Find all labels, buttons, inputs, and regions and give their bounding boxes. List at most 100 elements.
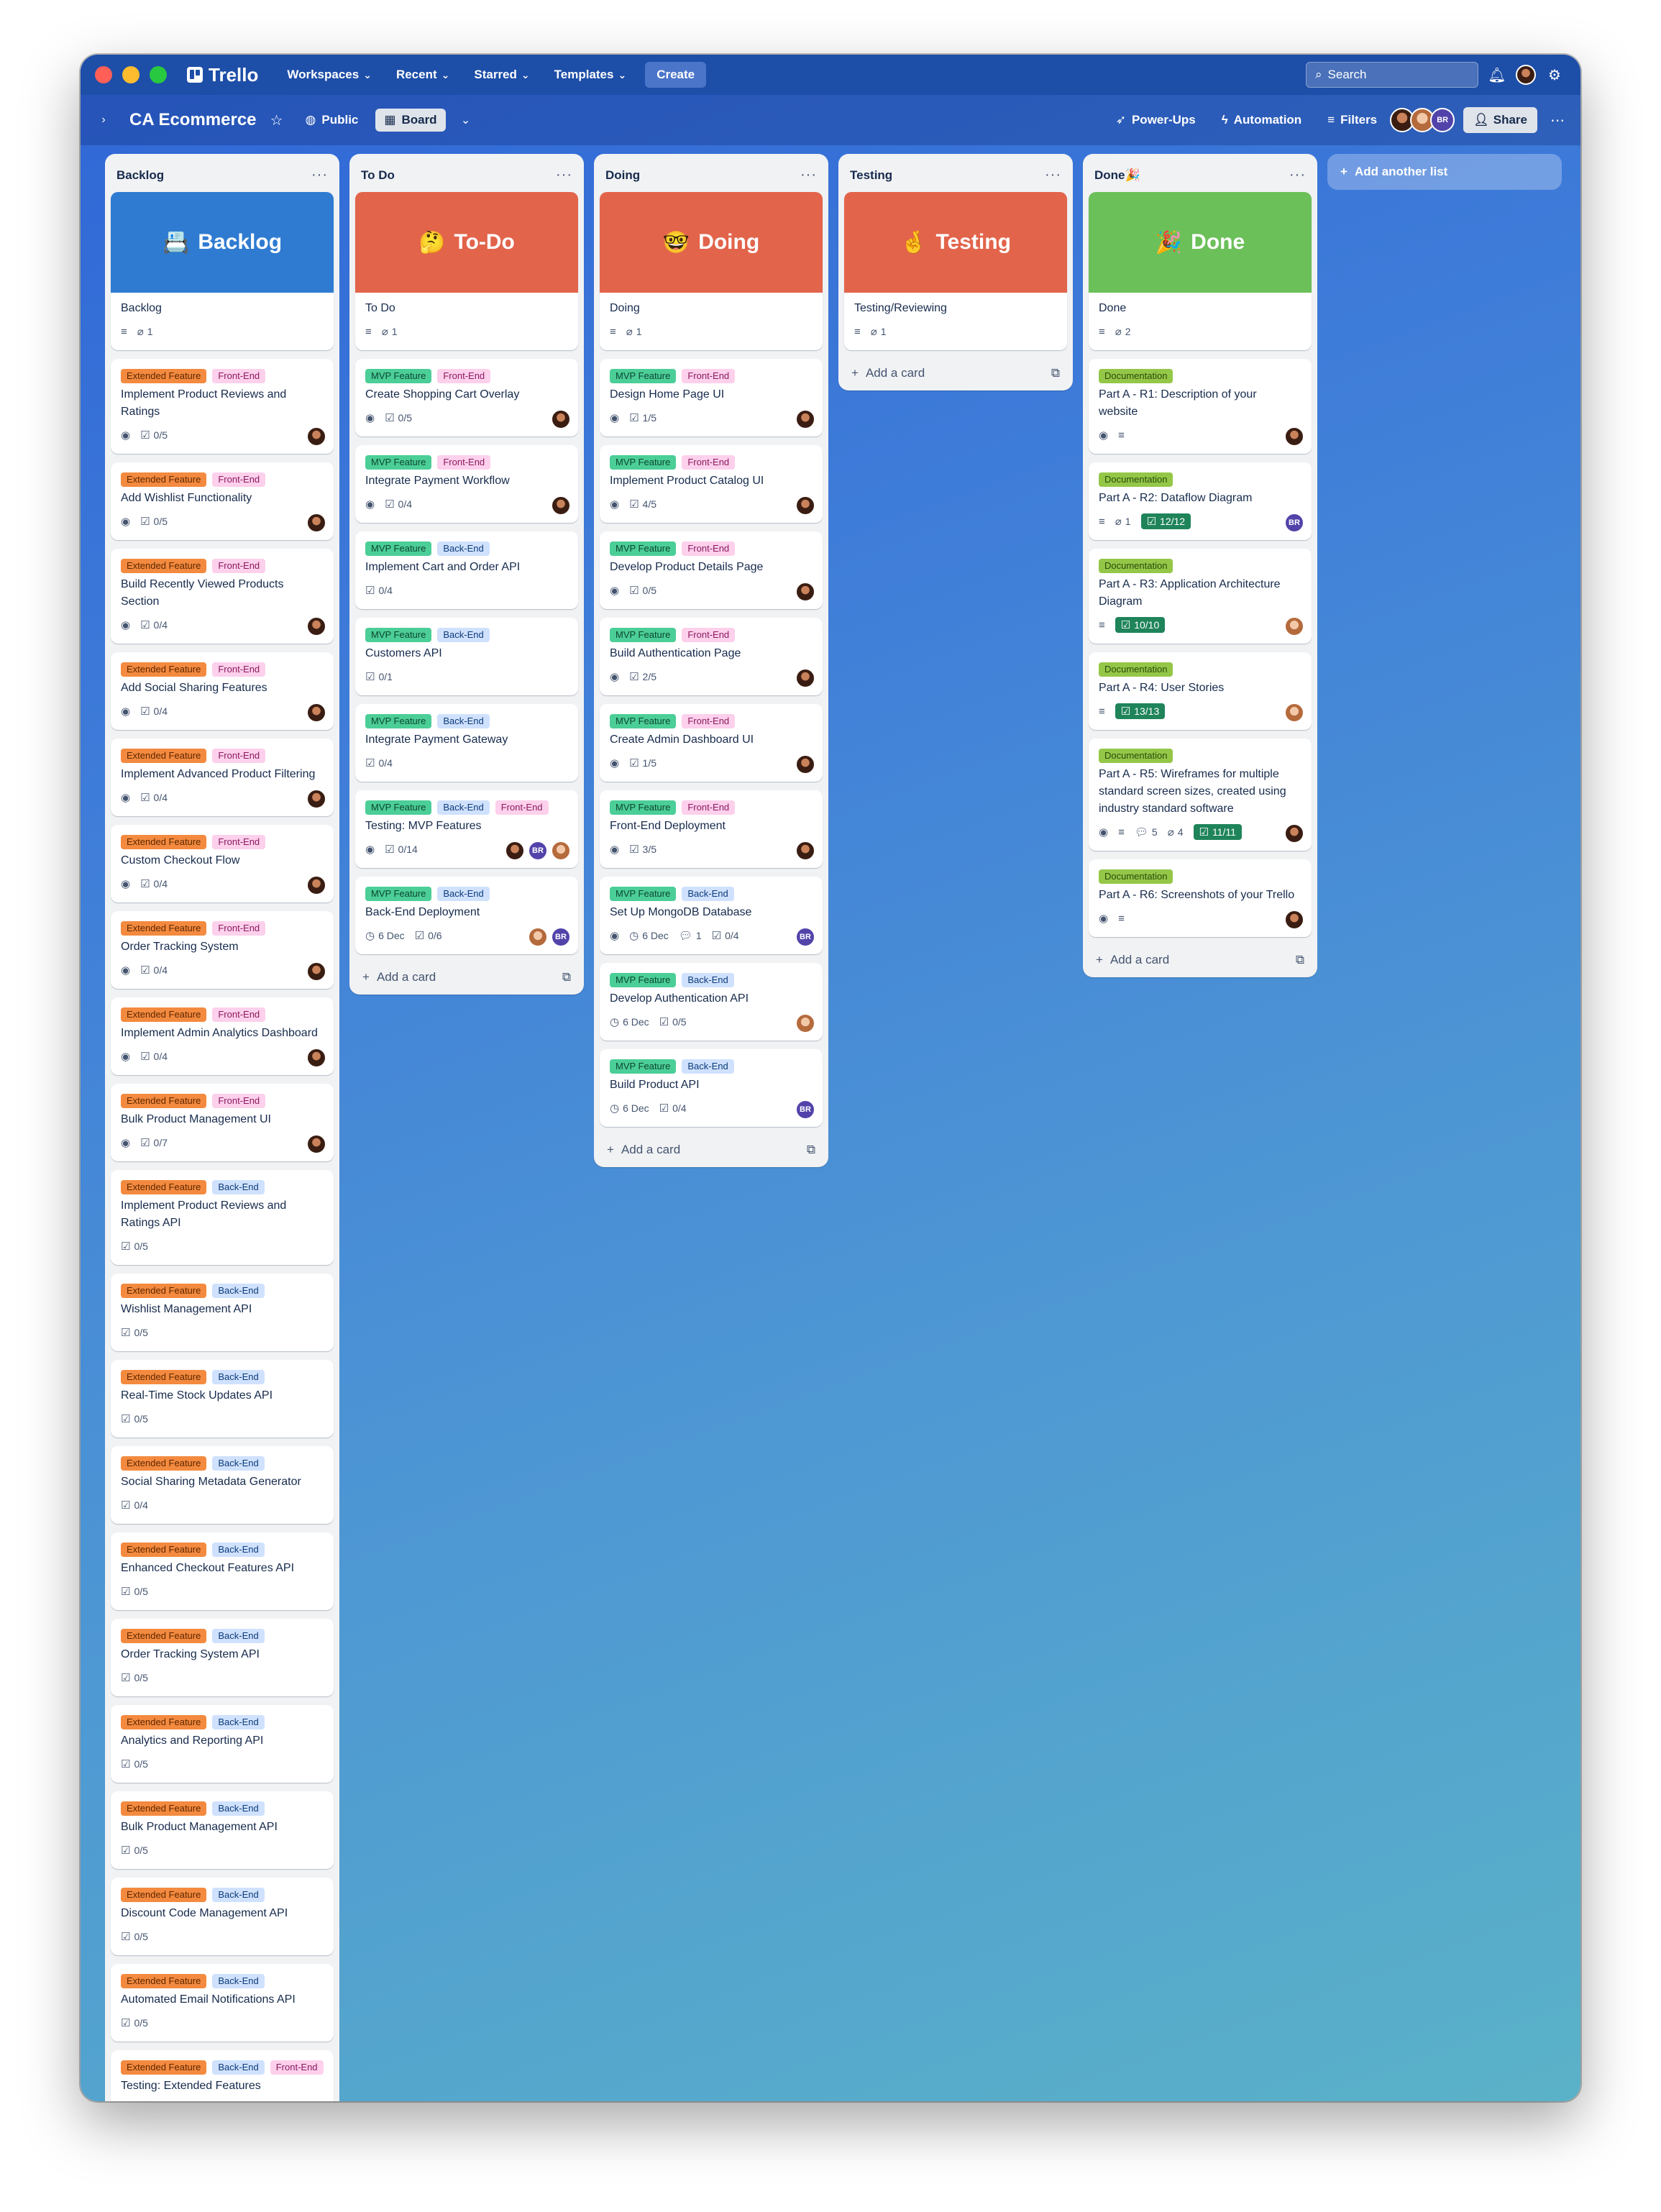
label-be[interactable]: Back-End	[212, 1180, 265, 1194]
cover-card[interactable]: 📇 Backlog Backlog ≡ ⌀ 1	[111, 192, 334, 350]
card[interactable]: Documentation Part A - R4: User Stories ≡ ☑…	[1089, 652, 1312, 730]
label-be[interactable]: Back-End	[212, 1284, 265, 1298]
board-view-button[interactable]: ▦ Board	[375, 109, 446, 132]
label-ext[interactable]: Extended Feature	[121, 1888, 207, 1902]
card[interactable]: MVP Feature Back-End Develop Authenticatio…	[600, 963, 823, 1041]
label-doc[interactable]: Documentation	[1099, 662, 1173, 677]
list-menu-icon[interactable]: ···	[311, 167, 328, 183]
label-mvp[interactable]: MVP Feature	[365, 800, 432, 815]
label-fe[interactable]: Front-End	[212, 1094, 266, 1108]
card[interactable]: Extended Feature Front-End Add Wishlist Fu…	[111, 462, 334, 540]
member-avatar[interactable]	[795, 668, 815, 688]
card[interactable]: MVP Feature Front-End Integrate Payment Wo…	[355, 445, 578, 523]
label-fe[interactable]: Front-End	[212, 749, 266, 763]
automation-button[interactable]: ϟ Automation	[1213, 109, 1310, 132]
create-from-template-icon[interactable]: ⧉	[807, 1143, 815, 1157]
member-avatar[interactable]	[1284, 426, 1304, 447]
label-be[interactable]: Back-End	[212, 1715, 265, 1729]
label-ext[interactable]: Extended Feature	[121, 1543, 207, 1557]
label-doc[interactable]: Documentation	[1099, 869, 1173, 884]
member-avatar[interactable]: BR	[1284, 513, 1304, 533]
member-avatar[interactable]	[306, 616, 326, 636]
cover-card[interactable]: 🤓 Doing Doing ≡ ⌀ 1	[600, 192, 823, 350]
label-ext[interactable]: Extended Feature	[121, 1801, 207, 1816]
card[interactable]: MVP Feature Back-End Integrate Payment Gat…	[355, 704, 578, 782]
label-mvp[interactable]: MVP Feature	[610, 1059, 677, 1074]
member-avatar[interactable]	[795, 841, 815, 861]
card[interactable]: Extended Feature Front-End Add Social Shar…	[111, 652, 334, 730]
label-doc[interactable]: Documentation	[1099, 472, 1173, 487]
close-window-button[interactable]	[95, 66, 112, 83]
card[interactable]: Documentation Part A - R1: Description of…	[1089, 359, 1312, 454]
label-fe[interactable]: Front-End	[682, 455, 736, 470]
label-doc[interactable]: Documentation	[1099, 559, 1173, 573]
label-fe[interactable]: Front-End	[682, 369, 736, 383]
label-ext[interactable]: Extended Feature	[121, 662, 207, 677]
card[interactable]: Extended Feature Back-End Enhanced Checkou…	[111, 1532, 334, 1610]
card[interactable]: MVP Feature Front-End Design Home Page UI ◉…	[600, 359, 823, 437]
label-be[interactable]: Back-End	[437, 714, 490, 728]
label-ext[interactable]: Extended Feature	[121, 835, 207, 849]
member-avatar[interactable]	[795, 754, 815, 774]
card[interactable]: MVP Feature Back-End Back-End Deployment ◷ 6…	[355, 877, 578, 954]
card[interactable]: Extended Feature Back-End Social Sharing M…	[111, 1446, 334, 1524]
member-avatar[interactable]	[505, 841, 525, 861]
label-fe[interactable]: Front-End	[682, 541, 736, 556]
label-be[interactable]: Back-End	[212, 1974, 265, 1988]
cover-card[interactable]: 🎉 Done Done ≡ ⌀ 2	[1089, 192, 1312, 350]
label-mvp[interactable]: MVP Feature	[365, 455, 432, 470]
label-fe[interactable]: Front-End	[212, 369, 266, 383]
member-avatar[interactable]: BR	[1430, 108, 1455, 132]
label-mvp[interactable]: MVP Feature	[365, 541, 432, 556]
menu-templates[interactable]: Templates ⌄	[546, 63, 636, 86]
label-fe[interactable]: Front-End	[437, 369, 491, 383]
label-ext[interactable]: Extended Feature	[121, 369, 207, 383]
label-fe[interactable]: Front-End	[212, 1007, 266, 1022]
card[interactable]: Extended Feature Back-End Real-Time Stock …	[111, 1360, 334, 1438]
expand-sidebar-icon[interactable]: ›	[92, 109, 115, 132]
card[interactable]: Extended Feature Back-End Analytics and Re…	[111, 1705, 334, 1783]
label-mvp[interactable]: MVP Feature	[365, 714, 432, 728]
minimize-window-button[interactable]	[122, 66, 139, 83]
board-title[interactable]: CA Ecommerce	[129, 110, 257, 130]
account-avatar[interactable]	[1516, 65, 1536, 85]
member-avatar[interactable]	[795, 1013, 815, 1033]
member-avatar[interactable]	[306, 875, 326, 895]
card[interactable]: Extended Feature Back-End Wishlist Managem…	[111, 1274, 334, 1351]
card[interactable]: MVP Feature Front-End Build Authentication…	[600, 618, 823, 695]
card[interactable]: MVP Feature Back-End Front-End Testing: MVP…	[355, 790, 578, 868]
label-ext[interactable]: Extended Feature	[121, 1629, 207, 1643]
create-from-template-icon[interactable]: ⧉	[1296, 953, 1304, 967]
more-options-icon[interactable]: ⋯	[1546, 109, 1569, 132]
member-avatar[interactable]: BR	[795, 927, 815, 947]
list-title[interactable]: Doing	[605, 168, 640, 183]
cover-card[interactable]: 🤔 To-Do To Do ≡ ⌀ 1	[355, 192, 578, 350]
card[interactable]: MVP Feature Back-End Set Up MongoDB Databa…	[600, 877, 823, 954]
member-avatar[interactable]	[1284, 823, 1304, 844]
add-card-button[interactable]: + Add a card ⧉	[600, 1135, 823, 1161]
card[interactable]: MVP Feature Back-End Implement Cart and Or…	[355, 531, 578, 609]
label-be[interactable]: Back-End	[212, 1629, 265, 1643]
card[interactable]: Extended Feature Back-End Bulk Product Man…	[111, 1791, 334, 1869]
label-be[interactable]: Back-End	[437, 887, 490, 901]
label-ext[interactable]: Extended Feature	[121, 472, 207, 487]
chevron-down-icon[interactable]: ⌄	[454, 109, 477, 132]
label-be[interactable]: Back-End	[212, 2060, 265, 2075]
label-mvp[interactable]: MVP Feature	[610, 800, 677, 815]
menu-workspaces[interactable]: Workspaces ⌄	[278, 63, 380, 86]
member-avatar[interactable]	[551, 409, 571, 429]
card[interactable]: MVP Feature Back-End Build Product API ◷ 6 D…	[600, 1049, 823, 1127]
member-avatar[interactable]	[306, 789, 326, 809]
member-avatar[interactable]: BR	[795, 1100, 815, 1120]
card[interactable]: Extended Feature Front-End Bulk Product Ma…	[111, 1084, 334, 1161]
member-avatar[interactable]	[551, 495, 571, 516]
member-avatar[interactable]	[306, 1134, 326, 1154]
create-from-template-icon[interactable]: ⧉	[1051, 366, 1060, 380]
label-be[interactable]: Back-End	[682, 887, 734, 901]
card[interactable]: Extended Feature Back-End Front-End Testing…	[111, 2050, 334, 2101]
list-menu-icon[interactable]: ···	[1045, 167, 1061, 183]
member-avatar[interactable]	[306, 426, 326, 447]
menu-recent[interactable]: Recent ⌄	[388, 63, 458, 86]
card[interactable]: Documentation Part A - R3: Application Ar…	[1089, 549, 1312, 644]
board-members[interactable]: BR	[1390, 108, 1455, 132]
